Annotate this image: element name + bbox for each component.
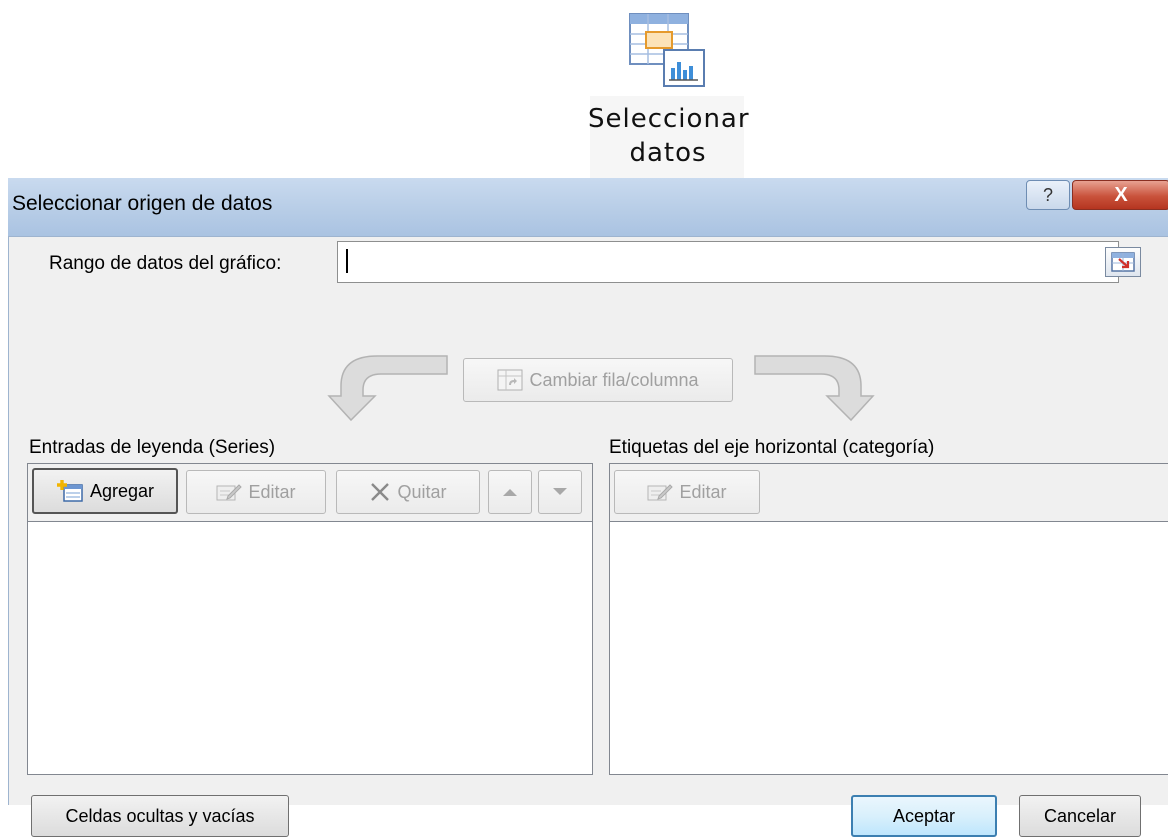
cancel-button[interactable]: Cancelar <box>1019 795 1141 837</box>
range-select-icon <box>1111 252 1135 272</box>
dialog-body: Rango de datos del gráfico: Cambiar fila… <box>8 237 1168 837</box>
select-data-source-dialog: Seleccionar origen de datos ? X Rango de… <box>8 178 1168 837</box>
edit-series-label: Editar <box>248 481 296 502</box>
move-down-button[interactable] <box>538 470 582 514</box>
move-up-button[interactable] <box>488 470 532 514</box>
ribbon-select-data-label: Seleccionar datos <box>588 102 750 170</box>
categories-heading: Etiquetas del eje horizontal (categoría) <box>609 437 935 458</box>
arrow-to-categories-icon <box>751 352 875 422</box>
dialog-title: Seleccionar origen de datos <box>12 192 273 215</box>
hidden-empty-cells-label: Celdas ocultas y vacías <box>65 805 255 826</box>
series-heading: Entradas de leyenda (Series) <box>29 437 276 458</box>
chart-range-label: Rango de datos del gráfico: <box>49 253 281 275</box>
ok-button[interactable]: Aceptar <box>851 795 997 837</box>
switch-row-column-icon <box>497 369 523 391</box>
arrow-up-icon <box>503 489 517 496</box>
series-toolbar: Agregar Editar Quitar <box>27 463 593 525</box>
series-listbox[interactable] <box>27 521 593 775</box>
ribbon-label-line1: Seleccionar <box>588 104 750 134</box>
chart-range-input[interactable] <box>337 241 1119 283</box>
close-button[interactable]: X <box>1072 180 1168 210</box>
cancel-label: Cancelar <box>1043 805 1117 826</box>
arrow-down-icon <box>553 488 567 495</box>
select-data-icon <box>628 10 708 90</box>
edit-categories-label: Editar <box>679 481 727 502</box>
edit-categories-button[interactable]: Editar <box>614 470 760 514</box>
edit-icon <box>216 484 243 501</box>
arrow-to-series-icon <box>327 352 451 422</box>
add-icon <box>56 480 83 502</box>
switch-row-column-label: Cambiar fila/columna <box>529 369 699 390</box>
remove-x-icon <box>371 483 390 501</box>
edit-series-button[interactable]: Editar <box>186 470 326 514</box>
add-series-button[interactable]: Agregar <box>32 468 178 514</box>
hidden-empty-cells-button[interactable]: Celdas ocultas y vacías <box>31 795 289 837</box>
remove-series-button[interactable]: Quitar <box>336 470 480 514</box>
edit-icon <box>647 484 674 501</box>
remove-series-label: Quitar <box>397 481 447 502</box>
text-caret <box>346 249 348 273</box>
dialog-titlebar[interactable]: Seleccionar origen de datos ? X <box>8 178 1168 237</box>
ok-label: Aceptar <box>892 805 956 826</box>
help-button[interactable]: ? <box>1026 180 1070 210</box>
switch-row-column-button[interactable]: Cambiar fila/columna <box>463 358 733 402</box>
categories-toolbar: Editar <box>609 463 1168 525</box>
chart-range-label-text: Rango de datos del gráfico: <box>49 253 282 274</box>
categories-listbox[interactable] <box>609 521 1168 775</box>
range-collapse-button[interactable] <box>1105 247 1141 277</box>
add-series-label: Agregar <box>89 480 155 501</box>
ribbon-label-line2: datos <box>629 138 707 168</box>
